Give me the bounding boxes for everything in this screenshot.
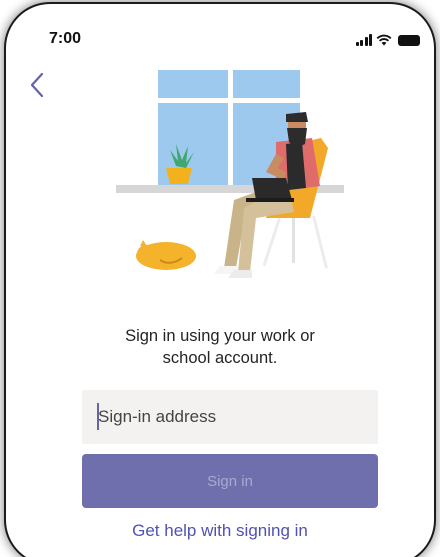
signin-button[interactable]: Sign in [82,454,378,508]
status-icons [355,32,420,46]
signin-address-field[interactable] [82,390,378,444]
phone-frame: 7:00 Sign in using your work or school a… [6,4,434,557]
status-bar: 7:00 [6,4,434,64]
signin-prompt-line2: school account. [162,349,278,367]
signin-prompt: Sign in using your work or school accoun… [6,325,434,369]
wifi-icon [376,34,392,46]
status-time: 7:00 [49,30,82,47]
signal-icon [355,34,372,46]
person-with-laptop-illustration [116,70,344,278]
text-caret [97,403,99,430]
chevron-left-icon[interactable] [26,70,50,100]
help-signing-in-link[interactable]: Get help with signing in [6,521,434,541]
battery-icon [398,35,420,46]
signin-address-input[interactable] [82,390,378,444]
signin-prompt-line1: Sign in using your work or [125,327,315,345]
